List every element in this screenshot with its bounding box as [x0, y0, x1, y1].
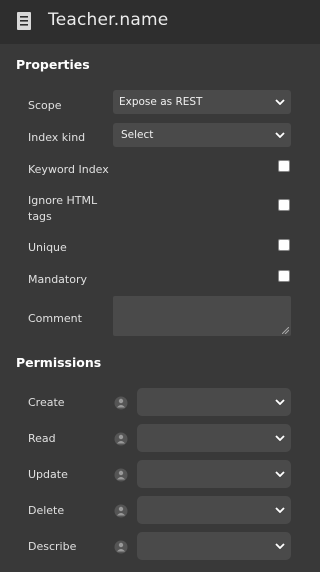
chevron-down-icon: [275, 507, 285, 513]
user-icon[interactable]: [114, 504, 128, 518]
permission-select-describe[interactable]: [137, 532, 291, 560]
user-icon[interactable]: [114, 432, 128, 446]
permission-label-update: Update: [28, 468, 68, 481]
chevron-down-icon: [275, 132, 285, 138]
permission-select-delete[interactable]: [137, 496, 291, 524]
ignore-html-tags-label: Ignore HTML tags: [28, 193, 97, 225]
index-kind-select-value: Select: [121, 129, 154, 141]
permission-label-create: Create: [28, 396, 65, 409]
comment-textarea[interactable]: [113, 296, 291, 336]
chevron-down-icon: [275, 543, 285, 549]
ignore-html-label-line2: tags: [28, 210, 52, 223]
permission-label-describe: Describe: [28, 540, 77, 553]
permission-label-read: Read: [28, 432, 56, 445]
scope-select[interactable]: Expose as REST: [113, 90, 291, 114]
mandatory-label: Mandatory: [28, 273, 88, 286]
permission-select-read[interactable]: [137, 424, 291, 452]
permission-select-create[interactable]: [137, 388, 291, 416]
attribute-title: Teacher.name: [48, 10, 169, 30]
user-icon[interactable]: [114, 540, 128, 554]
chevron-down-icon: [275, 99, 285, 105]
chevron-down-icon: [275, 399, 285, 405]
resize-handle-icon[interactable]: [282, 327, 289, 334]
user-icon[interactable]: [114, 396, 128, 410]
mandatory-checkbox[interactable]: [278, 270, 290, 282]
ignore-html-tags-checkbox[interactable]: [278, 199, 290, 211]
chevron-down-icon: [275, 435, 285, 441]
scope-label: Scope: [28, 99, 62, 112]
index-kind-select[interactable]: Select: [113, 123, 291, 147]
unique-checkbox[interactable]: [278, 239, 290, 251]
permissions-section-title: Permissions: [16, 355, 102, 370]
scope-select-value: Expose as REST: [119, 96, 203, 108]
chevron-down-icon: [275, 471, 285, 477]
panel-header: Teacher.name: [0, 0, 320, 44]
keyword-index-label: Keyword Index: [28, 163, 109, 176]
document-icon: [17, 12, 31, 30]
comment-label: Comment: [28, 312, 82, 325]
user-icon[interactable]: [114, 468, 128, 482]
ignore-html-label-line1: Ignore HTML: [28, 194, 98, 207]
keyword-index-checkbox[interactable]: [278, 160, 290, 172]
index-kind-label: Index kind: [28, 131, 86, 144]
permission-select-update[interactable]: [137, 460, 291, 488]
unique-label: Unique: [28, 241, 67, 254]
properties-section-title: Properties: [16, 57, 90, 72]
permission-label-delete: Delete: [28, 504, 65, 517]
